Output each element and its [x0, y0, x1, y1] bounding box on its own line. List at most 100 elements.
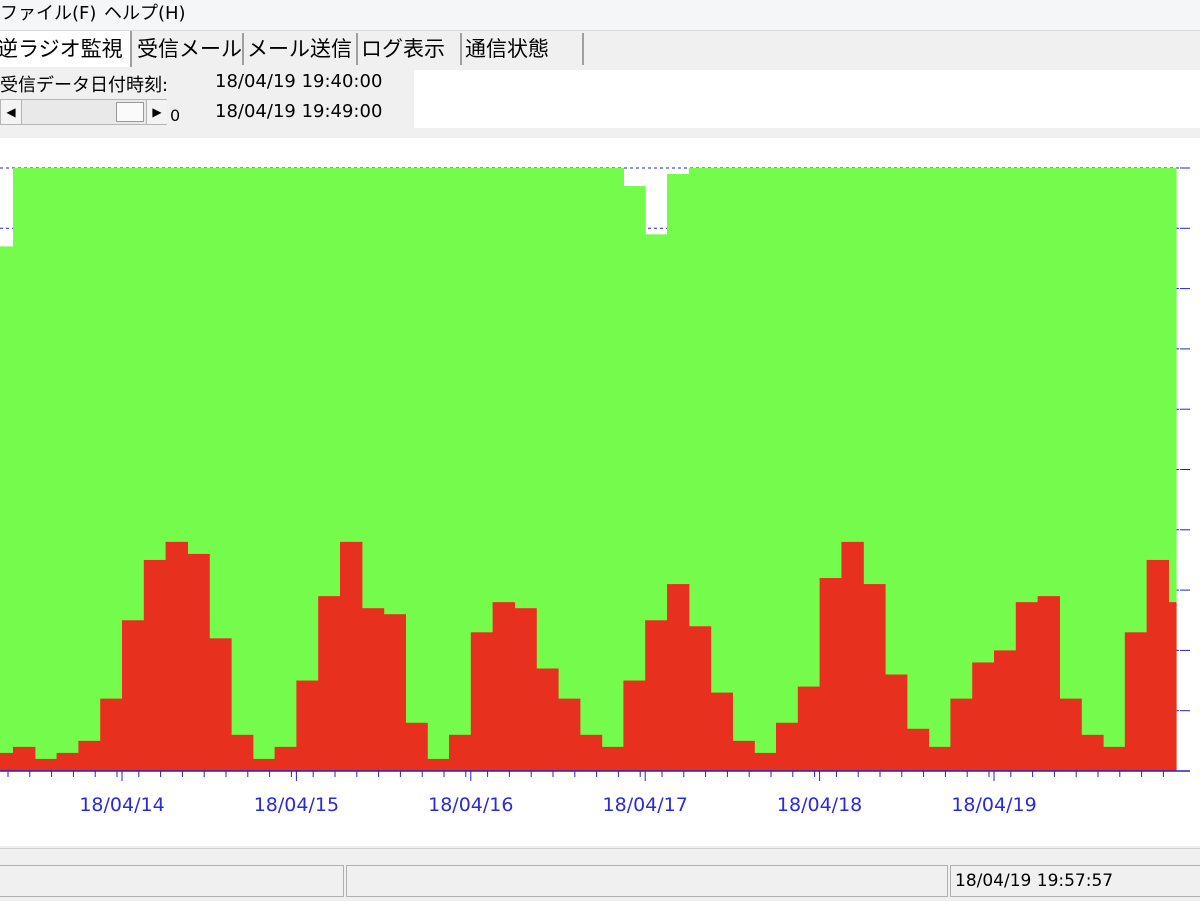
monitor-chart: 18/04/1318/04/1418/04/1518/04/1618/04/17…	[0, 138, 1200, 846]
x-axis	[0, 770, 1190, 781]
series-bar	[100, 698, 123, 771]
series-bar	[536, 668, 559, 771]
series-bar	[13, 168, 36, 771]
series-bar	[470, 632, 494, 771]
tab-send-mail[interactable]: メール送信	[244, 33, 358, 65]
series-bar	[361, 608, 385, 771]
received-datetime-label: 受信データ日付時刻:	[0, 75, 169, 96]
tab-reverse-radio-monitor[interactable]: 逆ラジオ監視	[0, 31, 132, 67]
tab-comm-status[interactable]: 通信状態	[462, 33, 584, 65]
time-start: 18/04/19 19:40:00	[215, 71, 383, 92]
series-bar	[841, 541, 864, 771]
series-bar	[143, 559, 167, 771]
series-bar	[78, 740, 101, 771]
series-bar	[928, 168, 951, 771]
series-bar	[231, 734, 254, 771]
series-bar	[492, 602, 515, 771]
series-bar	[732, 168, 755, 771]
series-bar	[340, 541, 363, 771]
series-bar	[863, 584, 886, 771]
series-bar	[1015, 602, 1039, 771]
tab-label: 逆ラジオ監視	[0, 37, 123, 61]
series-bar	[667, 584, 690, 771]
series-bar	[231, 168, 254, 771]
series-bar	[601, 746, 624, 771]
x-tick-label: 18/04/18	[777, 794, 862, 816]
status-pane-1	[0, 865, 344, 897]
series-bar	[0, 752, 14, 771]
series-bar	[928, 746, 951, 771]
series-bar	[1059, 698, 1082, 771]
series-bar	[1059, 168, 1082, 771]
series-bar	[13, 746, 36, 771]
tab-label: ログ表示	[361, 37, 445, 61]
x-tick-label: 18/04/17	[603, 794, 688, 816]
series-bar	[405, 168, 428, 771]
series-bar	[449, 734, 472, 771]
series-bar	[645, 620, 668, 771]
time-end: 18/04/19 19:49:00	[215, 101, 383, 122]
scroll-value: 0	[170, 106, 181, 125]
tab-bar: 逆ラジオ監視 受信メール メール送信 ログ表示 通信状態	[0, 31, 1200, 67]
scroll-thumb[interactable]	[116, 102, 144, 122]
series-bar	[427, 168, 450, 771]
series-bar	[754, 752, 777, 771]
series-bar	[688, 626, 712, 771]
status-bar: 18/04/19 19:57:57	[0, 848, 1200, 901]
series-bar	[274, 168, 297, 771]
series-bar	[579, 168, 603, 771]
menu-help[interactable]: ヘルプ(H)	[104, 0, 186, 28]
series-bar	[514, 608, 537, 771]
series-bar	[209, 638, 232, 771]
series-bar	[601, 168, 624, 771]
series-bar	[906, 728, 930, 771]
series-bar	[56, 752, 79, 771]
series-bar	[579, 734, 603, 771]
series-bar	[449, 168, 472, 771]
series-bar	[1146, 559, 1169, 771]
series-bar	[34, 758, 58, 771]
series-bar	[1081, 168, 1104, 771]
series-bar	[122, 620, 145, 771]
series-bar	[34, 168, 58, 771]
series-bar	[427, 758, 450, 771]
x-tick-label: 18/04/16	[428, 794, 513, 816]
scroll-left-arrow-icon[interactable]: ◀	[1, 100, 22, 124]
tab-log-view[interactable]: ログ表示	[358, 33, 462, 65]
series-bar	[623, 680, 646, 771]
time-scrollbar[interactable]: ◀ ▶	[0, 99, 167, 125]
series-bar	[797, 686, 821, 771]
tab-label: メール送信	[247, 37, 352, 61]
series-bar	[252, 168, 276, 771]
x-axis-labels: 18/04/1318/04/1418/04/1518/04/1618/04/17…	[79, 794, 1036, 816]
series-bar	[1081, 734, 1104, 771]
series-bar	[1124, 632, 1148, 771]
menu-bar: ファイル(F) ヘルプ(H)	[0, 0, 1200, 31]
series-bar	[950, 698, 973, 771]
series-bar	[1037, 596, 1060, 771]
series-bar	[0, 246, 14, 771]
series-bar	[274, 746, 297, 771]
series-bar	[78, 168, 101, 771]
series-bar	[296, 680, 319, 771]
tab-label: 受信メール	[137, 37, 242, 61]
series-bar	[318, 596, 341, 771]
status-datetime: 18/04/19 19:57:57	[955, 871, 1114, 891]
series-bar	[252, 758, 276, 771]
series-bar	[994, 650, 1017, 771]
status-pane-clock: 18/04/19 19:57:57	[950, 865, 1200, 897]
info-text: 受信データ日付時刻: 18/04/19 19:40:00 18/04/19 19…	[0, 68, 1200, 134]
series-bar	[56, 168, 79, 771]
series-bar	[950, 168, 973, 771]
menu-file[interactable]: ファイル(F)	[0, 0, 96, 28]
x-tick-label: 18/04/19	[951, 794, 1036, 816]
series-bar	[754, 168, 777, 771]
series-bar	[100, 168, 123, 771]
series-bar	[187, 553, 210, 771]
series-bar	[710, 168, 733, 771]
series-bar	[797, 168, 821, 771]
tab-received-mail[interactable]: 受信メール	[134, 33, 244, 65]
series-bar	[1103, 168, 1126, 771]
scroll-right-arrow-icon[interactable]: ▶	[146, 100, 167, 124]
chart-svg: 18/04/1318/04/1418/04/1518/04/1618/04/17…	[0, 167, 1190, 816]
